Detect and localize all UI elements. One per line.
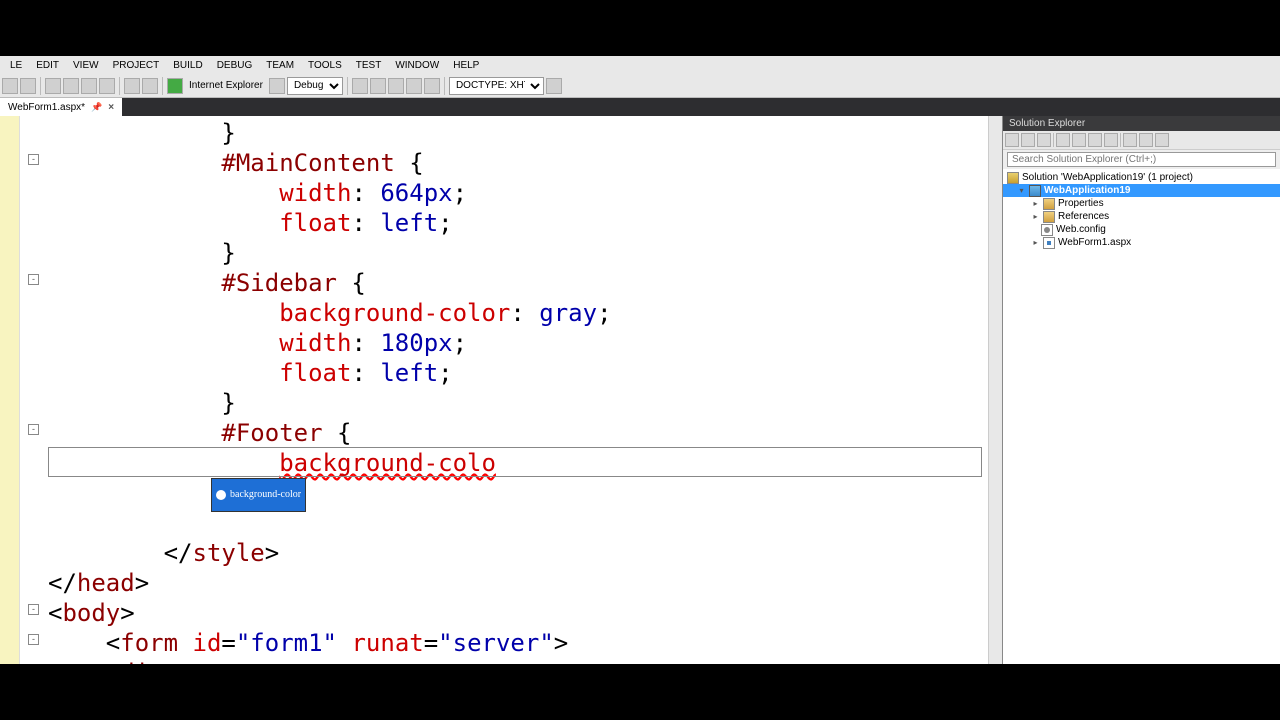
solution-tree: Solution 'WebApplication19' (1 project) … bbox=[1003, 169, 1280, 664]
collapse-icon[interactable]: - bbox=[28, 274, 39, 285]
code-line[interactable]: float: left; bbox=[48, 208, 988, 238]
project-node[interactable]: ▾ WebApplication19 bbox=[1003, 184, 1280, 197]
tab-pin-icon[interactable]: 📌 bbox=[91, 102, 102, 113]
new-project-icon[interactable] bbox=[45, 78, 61, 94]
doctype-dropdown[interactable]: DOCTYPE: XHTML5 bbox=[449, 77, 544, 95]
expand-icon[interactable]: ▸ bbox=[1031, 212, 1040, 221]
solution-explorer-toolbar bbox=[1003, 131, 1280, 150]
se-icon-9[interactable] bbox=[1139, 133, 1153, 147]
tb-icon-4[interactable] bbox=[406, 78, 422, 94]
code-line[interactable]: width: 664px; bbox=[48, 178, 988, 208]
menu-project[interactable]: PROJECT bbox=[107, 59, 166, 72]
expand-icon[interactable]: ▸ bbox=[1031, 238, 1040, 247]
expand-icon[interactable]: ▸ bbox=[1031, 199, 1040, 208]
code-line[interactable]: </head> bbox=[48, 568, 988, 598]
browser-dropdown-icon[interactable] bbox=[269, 78, 285, 94]
collapse-icon[interactable]: - bbox=[28, 154, 39, 165]
code-line[interactable]: </style> bbox=[48, 538, 988, 568]
nav-back-icon[interactable] bbox=[2, 78, 18, 94]
code-line[interactable]: } bbox=[48, 118, 988, 148]
se-icon-10[interactable] bbox=[1155, 133, 1169, 147]
intellisense-popup[interactable]: background-color bbox=[211, 478, 306, 512]
solution-explorer-title: Solution Explorer bbox=[1003, 116, 1280, 131]
tb-icon-6[interactable] bbox=[546, 78, 562, 94]
tb-icon-3[interactable] bbox=[388, 78, 404, 94]
tb-icon-5[interactable] bbox=[424, 78, 440, 94]
document-tab[interactable]: WebForm1.aspx* 📌 × bbox=[0, 98, 122, 116]
tree-node-references[interactable]: ▸ References bbox=[1003, 210, 1280, 223]
code-line[interactable]: <form id="form1" runat="server"> bbox=[48, 628, 988, 658]
save-all-icon[interactable] bbox=[99, 78, 115, 94]
tb-icon-1[interactable] bbox=[352, 78, 368, 94]
intellisense-item-icon bbox=[216, 490, 226, 500]
tree-node-properties[interactable]: ▸ Properties bbox=[1003, 197, 1280, 210]
menu-help[interactable]: HELP bbox=[447, 59, 485, 72]
code-line[interactable]: } bbox=[48, 388, 988, 418]
solution-config-dropdown[interactable]: Debug bbox=[287, 77, 343, 95]
se-collapse-icon[interactable] bbox=[1056, 133, 1070, 147]
editor-margin bbox=[0, 116, 20, 664]
save-icon[interactable] bbox=[81, 78, 97, 94]
solution-icon bbox=[1007, 172, 1019, 184]
menu-edit[interactable]: EDIT bbox=[30, 59, 65, 72]
solution-search-input[interactable] bbox=[1007, 152, 1276, 167]
menu-file[interactable]: LE bbox=[4, 59, 28, 72]
config-file-icon bbox=[1041, 224, 1053, 236]
menu-bar: LE EDIT VIEW PROJECT BUILD DEBUG TEAM TO… bbox=[0, 56, 1280, 74]
open-file-icon[interactable] bbox=[63, 78, 79, 94]
se-showall-icon[interactable] bbox=[1072, 133, 1086, 147]
se-icon-8[interactable] bbox=[1123, 133, 1137, 147]
code-line[interactable]: } bbox=[48, 478, 988, 508]
code-line[interactable]: <div> bbox=[48, 658, 988, 664]
aspx-file-icon bbox=[1043, 237, 1055, 249]
menu-tools[interactable]: TOOLS bbox=[302, 59, 348, 72]
current-line-highlight bbox=[48, 447, 982, 477]
start-icon[interactable] bbox=[167, 78, 183, 94]
tb-icon-2[interactable] bbox=[370, 78, 386, 94]
menu-build[interactable]: BUILD bbox=[167, 59, 208, 72]
code-line[interactable]: } bbox=[48, 238, 988, 268]
code-editor[interactable]: - - - - - background-color } #MainConten… bbox=[0, 116, 1002, 664]
se-refresh-icon[interactable] bbox=[1021, 133, 1035, 147]
menu-window[interactable]: WINDOW bbox=[389, 59, 445, 72]
solution-node[interactable]: Solution 'WebApplication19' (1 project) bbox=[1003, 171, 1280, 184]
collapse-icon[interactable]: - bbox=[28, 634, 39, 645]
code-line[interactable]: float: left; bbox=[48, 358, 988, 388]
code-line[interactable]: <body> bbox=[48, 598, 988, 628]
se-properties-icon[interactable] bbox=[1088, 133, 1102, 147]
code-line[interactable] bbox=[48, 508, 988, 538]
code-line[interactable]: background-color: gray; bbox=[48, 298, 988, 328]
nav-forward-icon[interactable] bbox=[20, 78, 36, 94]
se-preview-icon[interactable] bbox=[1104, 133, 1118, 147]
menu-team[interactable]: TEAM bbox=[260, 59, 300, 72]
tree-node-webform[interactable]: ▸ WebForm1.aspx bbox=[1003, 236, 1280, 249]
menu-debug[interactable]: DEBUG bbox=[211, 59, 259, 72]
tree-node-webconfig[interactable]: Web.config bbox=[1003, 223, 1280, 236]
redo-icon[interactable] bbox=[142, 78, 158, 94]
code-line[interactable]: #Footer { bbox=[48, 418, 988, 448]
code-line[interactable]: #Sidebar { bbox=[48, 268, 988, 298]
solution-explorer-panel: Solution Explorer bbox=[1002, 116, 1280, 664]
code-line[interactable]: #MainContent { bbox=[48, 148, 988, 178]
collapse-icon[interactable]: - bbox=[28, 604, 39, 615]
tab-label: WebForm1.aspx* bbox=[8, 102, 85, 113]
expand-icon[interactable]: ▾ bbox=[1017, 186, 1026, 195]
se-home-icon[interactable] bbox=[1005, 133, 1019, 147]
menu-test[interactable]: TEST bbox=[350, 59, 388, 72]
code-line[interactable]: width: 180px; bbox=[48, 328, 988, 358]
undo-icon[interactable] bbox=[124, 78, 140, 94]
intellisense-label: background-color bbox=[230, 480, 301, 510]
references-icon bbox=[1043, 211, 1055, 223]
vertical-scrollbar[interactable] bbox=[988, 116, 1002, 664]
menu-view[interactable]: VIEW bbox=[67, 59, 105, 72]
document-tab-bar: WebForm1.aspx* 📌 × bbox=[0, 98, 1280, 116]
tab-close-icon[interactable]: × bbox=[108, 102, 114, 113]
browser-label: Internet Explorer bbox=[185, 80, 267, 91]
se-sync-icon[interactable] bbox=[1037, 133, 1051, 147]
wrench-icon bbox=[1043, 198, 1055, 210]
project-icon bbox=[1029, 185, 1041, 197]
main-toolbar: Internet Explorer Debug DOCTYPE: XHTML5 bbox=[0, 74, 1280, 98]
outlining-margin: - - - - - bbox=[20, 116, 48, 664]
collapse-icon[interactable]: - bbox=[28, 424, 39, 435]
